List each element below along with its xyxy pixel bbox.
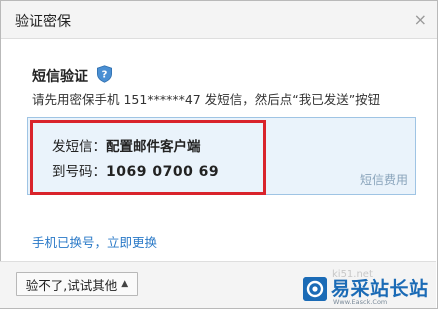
sms-number-value: 1069 0700 69 [106, 164, 220, 180]
sms-fee-hint: 短信费用 [359, 173, 408, 187]
dialog-titlebar: 验证密保 × [1, 1, 437, 39]
site-logo-icon [303, 277, 327, 301]
shield-question-icon[interactable]: ? [96, 65, 113, 83]
change-phone-link[interactable]: 手机已换号，立即更换 [32, 232, 157, 251]
svg-text:?: ? [102, 70, 108, 81]
try-other-label: 验不了,试试其他 [25, 277, 118, 293]
sms-number-row: 到号码：1069 0700 69 [52, 160, 219, 180]
site-logo-url: Www.Easck.Com [333, 298, 388, 306]
site-logo-text: 易采站长站 [331, 278, 429, 300]
highlight-frame [30, 120, 266, 195]
sms-content-row: 发短信：配置邮件客户端 [52, 135, 201, 155]
sms-instruction: 请先用密保手机 151******47 发短信，然后点“我已发送”按钮 [32, 92, 381, 107]
sms-content-value: 配置邮件客户端 [106, 139, 201, 155]
sms-number-label: 到号码： [52, 164, 106, 180]
dialog-title: 验证密保 [15, 14, 71, 30]
sms-verify-heading: 短信验证 [32, 69, 88, 85]
try-other-method-button[interactable]: 验不了,试试其他 ▲ [16, 272, 138, 296]
close-icon[interactable]: × [414, 10, 427, 29]
caret-up-icon: ▲ [121, 279, 129, 289]
sms-content-label: 发短信： [52, 139, 106, 155]
